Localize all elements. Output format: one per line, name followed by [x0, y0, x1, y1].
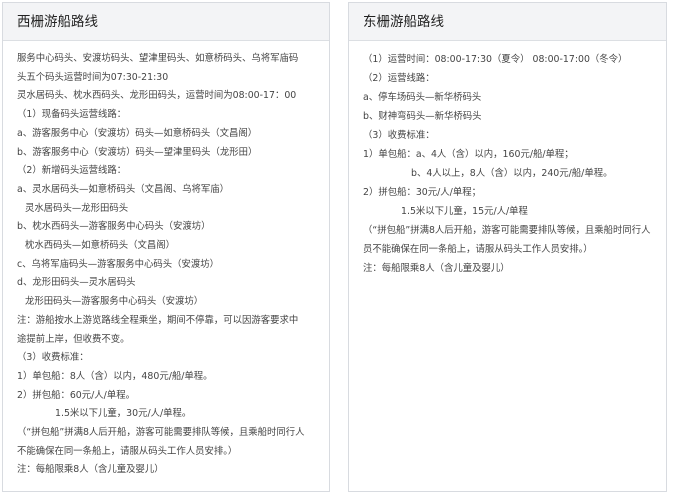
route-text-line: （3）收费标准：: [17, 352, 89, 364]
route-text-line: 途提前上岸，但收费不变。: [17, 333, 130, 345]
route-text-line: 不能确保在同一条船上，请服从码头工作人员安排。）: [17, 445, 238, 457]
route-text-line: 2）拼包船：60元/人/单程。: [17, 389, 135, 401]
route-text-line: b、财神弯码头—新华桥码头: [363, 111, 482, 122]
route-text-line: （1）现备码头运营线路：: [17, 109, 127, 121]
route-text-line: a、停车场码头—新华桥码头: [363, 92, 482, 103]
route-text-line: b、枕水西码头—游客服务中心码头（安渡坊）: [17, 221, 211, 233]
route-text-line: 员不能确保在同一条船上，请服从码头工作人员安排。）: [363, 244, 593, 255]
route-text-line: b、4人以上，8人（含）以内，240元/船/单程。: [411, 168, 613, 179]
west-route-title: 西栅游船路线: [3, 3, 329, 41]
route-text-line: 枕水西码头—如意桥码头（文昌阁）: [25, 240, 176, 252]
route-text-line: 注：游船按水上游览路线全程乘坐，期间不停靠，可以因游客要求中: [17, 314, 299, 326]
route-text-line: （1）运营时间：08:00-17:30（夏令） 08:00-17:00（冬令）: [363, 54, 628, 65]
route-text-line: 注：每船限乘8人（含儿童及婴儿）: [363, 263, 510, 274]
route-text-line: （3）收费标准：: [363, 130, 435, 141]
west-route-body: 服务中心码头、安渡坊码头、望津里码头、如意桥码头、乌将军庙码 头五个码头运营时间为…: [3, 41, 329, 480]
route-text-line: （“拼包船”拼满8人后开船，游客可能需要排队等候，且乘船时同行人: [17, 427, 305, 439]
route-text-line: （“拼包船”拼满8人后开船，游客可能需要排队等候，且乘船时同行人: [363, 225, 651, 236]
route-text-line: （2）新增码头运营线路：: [17, 165, 127, 177]
route-text-line: 1.5米以下儿童，30元/人/单程。: [55, 408, 192, 420]
route-text-line: 龙形田码头—游客服务中心码头（安渡坊）: [25, 296, 204, 308]
route-text-line: 注：每船限乘8人（含儿童及婴儿）: [17, 464, 164, 476]
route-text-line: d、龙形田码头—灵水居码头: [17, 277, 136, 289]
route-text-line: c、乌将军庙码头—游客服务中心码头（安渡坊）: [17, 258, 220, 270]
route-text-line: （2）运营线路：: [363, 73, 435, 84]
route-text-line: 2）拼包船：30元/人/单程；: [363, 187, 481, 198]
route-text-line: 头五个码头运营时间为07:30-21:30: [17, 71, 169, 83]
route-text-line: 灵水居码头—龙形田码头: [25, 202, 129, 214]
route-text-line: 灵水居码头、枕水西码头、龙形田码头，运营时间为08:00-17：00: [17, 90, 297, 102]
route-text-line: 1）单包船：8人（含）以内，480元/船/单程。: [17, 370, 213, 382]
east-route-title: 东栅游船路线: [349, 3, 666, 41]
east-route-body: （1）运营时间：08:00-17:30（夏令） 08:00-17:00（冬令） （…: [349, 41, 666, 278]
east-route-panel: 东栅游船路线 （1）运营时间：08:00-17:30（夏令） 08:00-17:…: [348, 2, 667, 492]
route-text-line: b、游客服务中心（安渡坊）码头—望津里码头（龙形田）: [17, 146, 258, 158]
west-route-panel: 西栅游船路线 服务中心码头、安渡坊码头、望津里码头、如意桥码头、乌将军庙码 头五个…: [2, 2, 330, 492]
route-text-line: 服务中心码头、安渡坊码头、望津里码头、如意桥码头、乌将军庙码: [17, 53, 299, 64]
route-text-line: a、游客服务中心（安渡坊）码头—如意桥码头（文昌阁）: [17, 127, 258, 139]
route-text-line: a、灵水居码头—如意桥码头（文昌阁、乌将军庙）: [17, 183, 229, 195]
route-text-line: 1.5米以下儿童，15元/人/单程: [401, 206, 528, 217]
route-text-line: 1）单包船：a、4人（含）以内，160元/船/单程；: [363, 149, 574, 160]
